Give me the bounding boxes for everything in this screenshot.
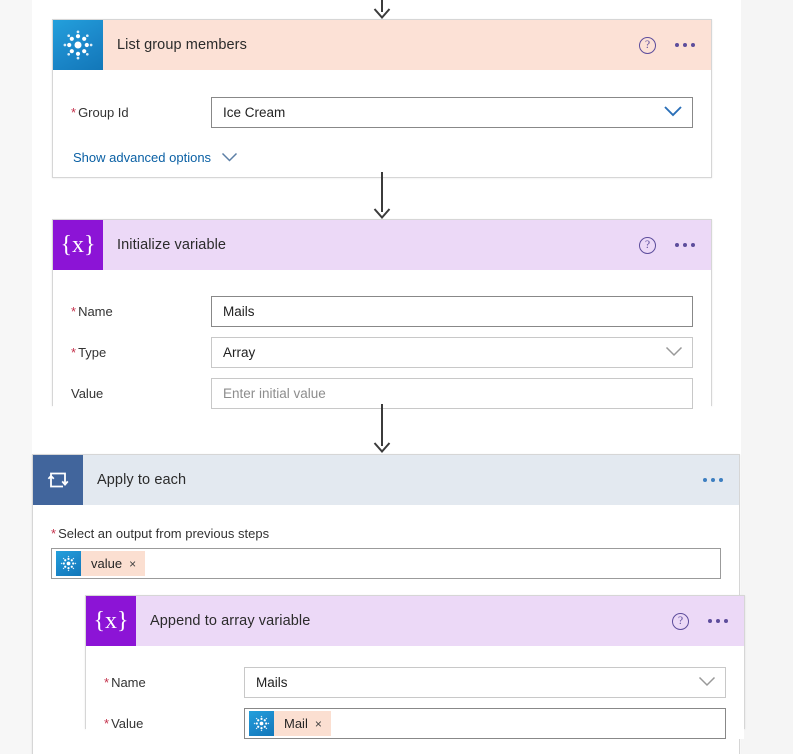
required-asterisk: * (104, 675, 110, 690)
token-chip-value[interactable]: value × (56, 551, 146, 576)
variable-icon-glyph: {x} (93, 607, 129, 634)
action-card-append-to-array-variable[interactable]: {x} Append to array variable ? * Name Ma… (85, 595, 745, 739)
token-chip-mail[interactable]: Mail × (249, 711, 331, 736)
field-label: * Type (71, 345, 107, 360)
more-options-icon[interactable] (708, 619, 728, 623)
chevron-down-icon (698, 674, 716, 692)
field-row-name: * Name Mails (53, 296, 711, 327)
card-header-actions: ? (639, 20, 695, 70)
scope-body: * Select an output from previous steps v… (33, 526, 745, 739)
field-label: Value (71, 386, 104, 401)
variable-icon-glyph: {x} (60, 231, 96, 258)
required-asterisk: * (71, 345, 77, 360)
field-row-group-id: * Group Id Ice Cream (53, 97, 711, 128)
field-placeholder: Enter initial value (223, 386, 326, 401)
select-output-input[interactable]: value × (51, 548, 721, 579)
scope-title: Apply to each (97, 472, 187, 488)
help-icon[interactable]: ? (639, 236, 656, 254)
azure-ad-icon (53, 20, 103, 70)
card-icon: {x} (53, 220, 103, 270)
token-remove-icon[interactable]: × (129, 558, 145, 570)
card-header[interactable]: List group members ? (53, 20, 711, 70)
scope-icon (33, 455, 83, 505)
card-header-actions: ? (639, 220, 695, 270)
help-icon[interactable]: ? (672, 612, 689, 630)
connector-arrow-top (370, 0, 394, 20)
variable-type-dropdown[interactable]: Array (211, 337, 693, 368)
field-label: * Value (104, 716, 144, 731)
action-card-list-group-members[interactable]: List group members ? * Group Id Ice Cream (52, 19, 712, 178)
scope-header-actions (703, 455, 723, 505)
advanced-options-row: Show advanced options (53, 150, 711, 165)
group-id-input[interactable]: Ice Cream (211, 97, 693, 128)
azure-ad-icon (249, 711, 274, 736)
card-icon (53, 20, 103, 70)
append-variable-name-dropdown[interactable]: Mails (244, 667, 726, 698)
more-options-icon[interactable] (703, 478, 723, 482)
azure-ad-icon (56, 551, 81, 576)
field-label: * Select an output from previous steps (51, 526, 270, 541)
variable-icon: {x} (53, 220, 103, 270)
show-advanced-options-link[interactable]: Show advanced options (73, 150, 238, 165)
field-row-value: * Value Mail × (86, 708, 744, 739)
card-title: Initialize variable (117, 237, 227, 253)
variable-name-input[interactable]: Mails (211, 296, 693, 327)
show-advanced-options-label: Show advanced options (73, 150, 212, 165)
append-variable-value-input[interactable]: Mail × (244, 708, 726, 739)
token-label: value (91, 556, 123, 571)
token-label: Mail (284, 716, 308, 731)
canvas-right-gutter (741, 0, 793, 754)
required-asterisk: * (71, 304, 77, 319)
card-body: * Name Mails * Type Array Value Enter in… (53, 296, 711, 409)
more-options-icon[interactable] (675, 43, 695, 47)
help-icon[interactable]: ? (639, 36, 656, 54)
field-label: * Group Id (71, 105, 129, 120)
card-header-actions: ? (672, 596, 728, 646)
required-asterisk: * (51, 526, 57, 541)
card-title: List group members (117, 37, 247, 53)
card-header[interactable]: {x} Append to array variable ? (86, 596, 744, 646)
connector-arrow-1 (370, 172, 394, 220)
flow-designer-canvas: List group members ? * Group Id Ice Cream (0, 0, 793, 754)
variable-value-input[interactable]: Enter initial value (211, 378, 693, 409)
card-icon: {x} (86, 596, 136, 646)
more-options-icon[interactable] (675, 243, 695, 247)
token-remove-icon[interactable]: × (315, 718, 331, 730)
card-body: * Name Mails * Value Mail × (86, 667, 744, 739)
field-value: Ice Cream (223, 105, 286, 120)
field-value: Array (223, 345, 256, 360)
card-body: * Group Id Ice Cream Show advanced option… (53, 97, 711, 165)
chevron-down-icon (665, 344, 683, 362)
field-value: Mails (223, 304, 255, 319)
scope-header[interactable]: Apply to each (33, 455, 739, 505)
field-value: Mails (256, 675, 288, 690)
canvas-left-gutter (0, 0, 32, 754)
required-asterisk: * (71, 105, 77, 120)
chevron-down-icon (663, 104, 683, 122)
action-card-initialize-variable[interactable]: {x} Initialize variable ? * Name Mails *… (52, 219, 712, 409)
field-row-type: * Type Array (53, 337, 711, 368)
connector-arrow-2 (370, 404, 394, 454)
card-header[interactable]: {x} Initialize variable ? (53, 220, 711, 270)
field-row-name: * Name Mails (86, 667, 744, 698)
field-row-select-output: * Select an output from previous steps v… (51, 526, 721, 579)
loop-icon (33, 455, 83, 505)
field-label: * Name (71, 304, 113, 319)
scope-apply-to-each[interactable]: Apply to each * Select an output from pre… (32, 454, 745, 754)
chevron-down-icon (221, 150, 238, 165)
required-asterisk: * (104, 716, 110, 731)
variable-icon: {x} (86, 596, 136, 646)
field-label: * Name (104, 675, 146, 690)
card-title: Append to array variable (150, 613, 311, 629)
